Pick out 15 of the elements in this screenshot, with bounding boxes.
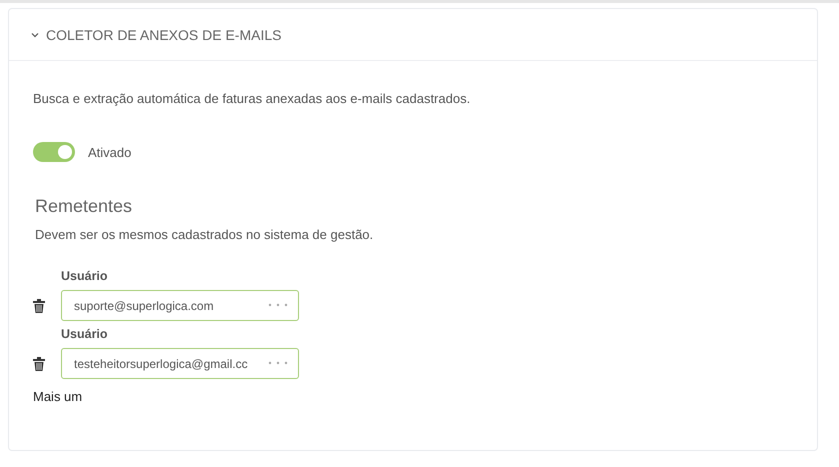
toggle-label: Ativado [88,144,132,160]
field-label: Usuário [61,327,109,341]
email-field[interactable]: testeheitorsuperlogica@gmail.cc [61,348,299,379]
senders-heading: Remetentes [35,196,134,217]
description: Busca e extração automática de faturas anexadas aos e-mails cadastrados. [33,91,472,106]
senders-hint: Devem ser os mesmos cadastrados no sistema de gestão. [35,227,374,242]
email-field[interactable]: suporte@superlogica.com [61,290,299,321]
section-title: COLETOR DE ANEXOS DE E-MAILS [46,26,282,42]
section-header[interactable]: COLETOR DE ANEXOS DE E-MAILS [9,9,817,61]
trash-icon[interactable] [33,356,45,370]
chevron-icon[interactable] [31,32,39,38]
toggle-switch[interactable] [33,142,75,162]
add-link[interactable]: Mais um [33,389,82,404]
trash-icon[interactable] [33,298,45,312]
field-label: Usuário [61,269,109,283]
